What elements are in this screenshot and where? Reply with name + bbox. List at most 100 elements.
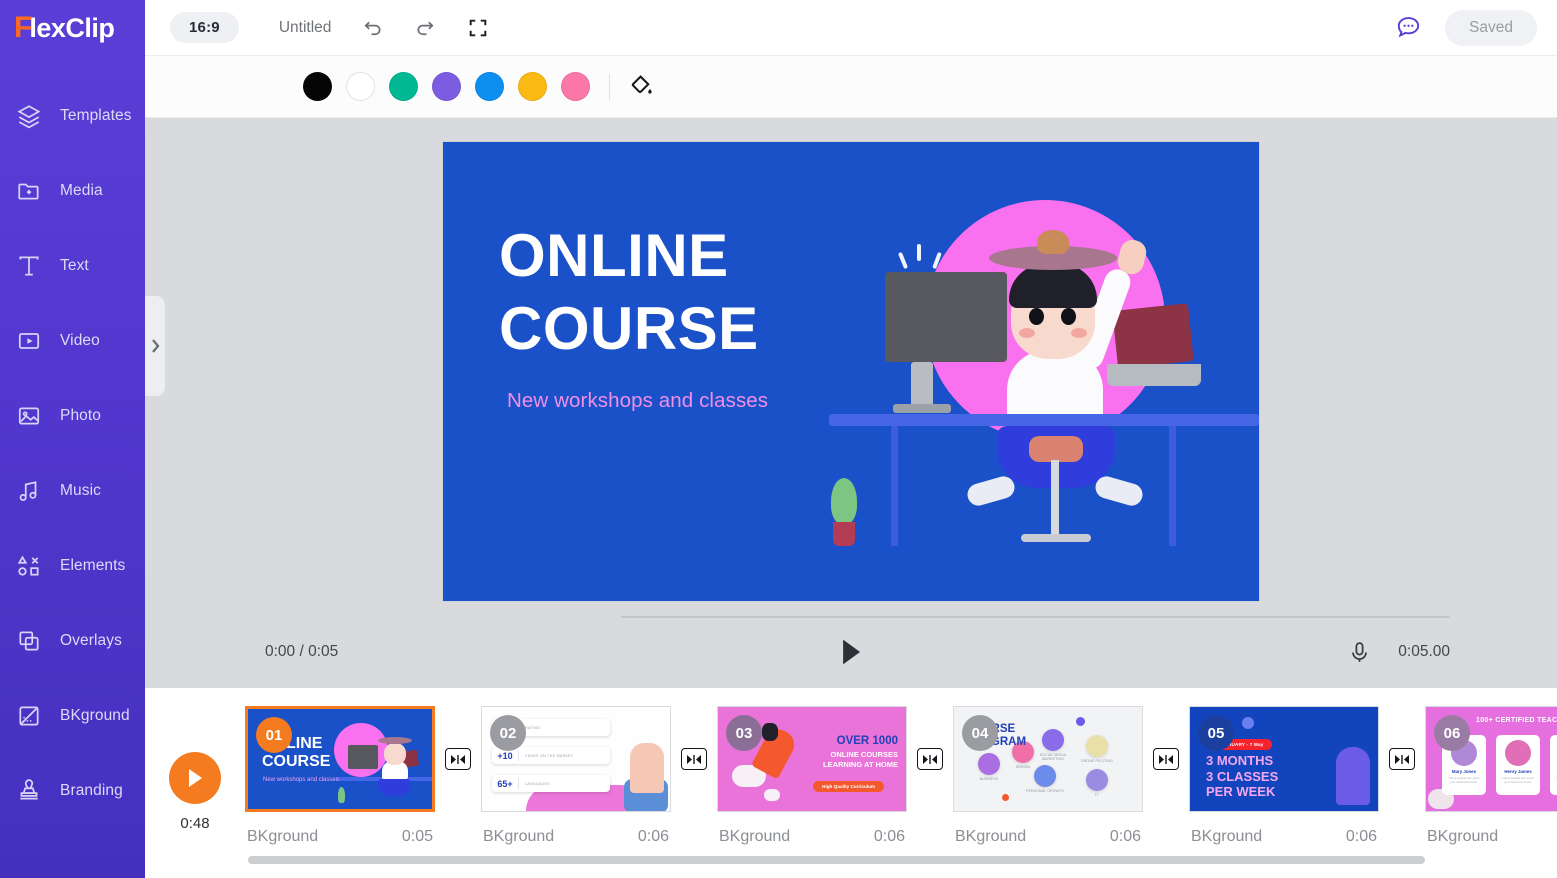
aspect-ratio-button[interactable]: 16:9 bbox=[170, 12, 239, 43]
slide-subtitle: New workshops and classes bbox=[507, 389, 769, 412]
color-swatch-teal[interactable] bbox=[389, 72, 418, 101]
transition-button[interactable] bbox=[1389, 748, 1415, 770]
timeline-play-button[interactable] bbox=[169, 752, 221, 804]
color-swatch-yellow[interactable] bbox=[518, 72, 547, 101]
teacher-name: Alice Brown bbox=[1550, 769, 1557, 774]
clip-thumbnail[interactable]: 100+ CERTIFIED TEACHERS Mary Jones This … bbox=[1425, 706, 1557, 812]
laptop-base bbox=[1107, 364, 1201, 386]
scene-subhead: ONLINE COURSES LEARNING AT HOME bbox=[823, 750, 898, 769]
color-swatch-black[interactable] bbox=[303, 72, 332, 101]
clip-transition[interactable] bbox=[435, 706, 481, 812]
clip-transition[interactable] bbox=[907, 706, 953, 812]
transition-button[interactable] bbox=[917, 748, 943, 770]
stat-row: 65+ LANGUAGES bbox=[492, 775, 610, 792]
chat-button[interactable] bbox=[1394, 13, 1423, 42]
scene-subtitle: New workshops and classes bbox=[263, 777, 339, 783]
undo-button[interactable] bbox=[361, 16, 384, 39]
program-node bbox=[1086, 769, 1108, 791]
timeline-clip[interactable]: 100+ CERTIFIED TEACHERS Mary Jones This … bbox=[1425, 706, 1557, 846]
sidebar-item-music[interactable]: Music bbox=[0, 453, 145, 528]
sidebar-item-templates[interactable]: Templates bbox=[0, 78, 145, 153]
timeline-clip[interactable]: OVER 1000 ONLINE COURSES LEARNING AT HOM… bbox=[717, 706, 907, 846]
transition-button[interactable] bbox=[445, 748, 471, 770]
program-node bbox=[1086, 735, 1108, 757]
program-node-label: IT bbox=[1095, 793, 1099, 797]
program-node-label: DRONE PILOTING bbox=[1081, 759, 1113, 763]
clip-thumbnail[interactable]: 4.9 RATING +10 YEARS ON THE MARKET 65+ bbox=[481, 706, 671, 812]
sidebar: F lexClip Templates Media Text Video Pho… bbox=[0, 0, 145, 878]
plant-pot bbox=[833, 522, 855, 546]
timeline-scrollbar[interactable] bbox=[145, 849, 1557, 871]
record-voiceover-button[interactable] bbox=[1347, 640, 1372, 665]
top-toolbar: 16:9 Untitled Saved bbox=[145, 0, 1557, 56]
character-shoe-right bbox=[1092, 473, 1146, 509]
clip-thumbnail[interactable]: 2 FEBRUARY - 7 May 3 MONTHS 3 CLASSES PE… bbox=[1189, 706, 1379, 812]
stage: ONLINE COURSE New workshops and classes bbox=[145, 118, 1557, 616]
sidebar-item-media[interactable]: Media bbox=[0, 153, 145, 228]
sidebar-item-elements[interactable]: Elements bbox=[0, 528, 145, 603]
sidebar-item-bkground[interactable]: BKground bbox=[0, 678, 145, 753]
clip-thumbnail[interactable]: OVER 1000 ONLINE COURSES LEARNING AT HOM… bbox=[717, 706, 907, 812]
teacher-body: This is sample text. Insert your desired… bbox=[1502, 776, 1534, 785]
color-swatch-pink[interactable] bbox=[561, 72, 590, 101]
sidebar-item-text[interactable]: Text bbox=[0, 228, 145, 303]
clip-meta: BKground 0:06 bbox=[1425, 812, 1557, 846]
transition-button[interactable] bbox=[681, 748, 707, 770]
clip-transition[interactable] bbox=[1379, 706, 1425, 812]
clip-duration-label: 0:05 bbox=[401, 828, 433, 845]
monitor-icon bbox=[885, 272, 1007, 362]
clip-meta: BKground 0:06 bbox=[481, 812, 671, 846]
main-area: 16:9 Untitled Saved ONLINE COURSE New wo… bbox=[145, 0, 1557, 878]
slide-illustration bbox=[829, 142, 1259, 601]
sidebar-item-photo[interactable]: Photo bbox=[0, 378, 145, 453]
scene-sub2: LEARNING AT HOME bbox=[823, 759, 898, 769]
sidebar-item-overlays[interactable]: Overlays bbox=[0, 603, 145, 678]
color-swatch-white[interactable] bbox=[346, 72, 375, 101]
app-logo[interactable]: F lexClip bbox=[0, 0, 145, 56]
teacher-body: This is sample text. Insert your desired… bbox=[1448, 776, 1480, 785]
sidebar-item-label: Elements bbox=[60, 556, 126, 574]
clip-number-badge: 05 bbox=[1198, 715, 1234, 751]
sidebar-item-label: Overlays bbox=[60, 631, 122, 649]
desk-leg-left bbox=[891, 426, 898, 546]
color-swatch-purple[interactable] bbox=[432, 72, 461, 101]
timeline-clip[interactable]: ONLINE COURSE New workshops and classes … bbox=[245, 706, 435, 846]
play-button[interactable] bbox=[838, 637, 865, 667]
timeline-total-duration: 0:48 bbox=[180, 815, 210, 832]
scene-person bbox=[1336, 747, 1370, 805]
timeline-clip[interactable]: 4.9 RATING +10 YEARS ON THE MARKET 65+ bbox=[481, 706, 671, 846]
scene-headline: 3 MONTHS 3 CLASSES PER WEEK bbox=[1206, 753, 1278, 800]
timeline-clip[interactable]: BUSINESS DESIGN SOCIAL MEDIA MARKETING D… bbox=[953, 706, 1143, 846]
redo-button[interactable] bbox=[414, 16, 437, 39]
background-icon bbox=[14, 701, 44, 731]
scene-person bbox=[762, 723, 778, 741]
clip-transition[interactable] bbox=[671, 706, 717, 812]
scrollbar-thumb[interactable] bbox=[248, 856, 1425, 864]
sidebar-item-label: Photo bbox=[60, 406, 102, 424]
video-preview-slide[interactable]: ONLINE COURSE New workshops and classes bbox=[443, 142, 1259, 601]
panel-expand-handle[interactable] bbox=[145, 296, 165, 396]
monitor-stand bbox=[911, 362, 933, 410]
transition-button[interactable] bbox=[1153, 748, 1179, 770]
character-shoe-left bbox=[964, 473, 1018, 509]
scrollbar-track[interactable] bbox=[145, 856, 1557, 864]
clip-thumbnail[interactable]: BUSINESS DESIGN SOCIAL MEDIA MARKETING D… bbox=[953, 706, 1143, 812]
transition-icon bbox=[687, 754, 701, 764]
scene-dot bbox=[1002, 794, 1009, 801]
clip-source-label: BKground bbox=[483, 828, 555, 845]
photo-icon bbox=[14, 401, 44, 431]
sidebar-item-branding[interactable]: Branding bbox=[0, 753, 145, 828]
sidebar-item-label: Branding bbox=[60, 781, 123, 799]
paint-bucket-button[interactable] bbox=[628, 73, 655, 100]
fullscreen-button[interactable] bbox=[467, 17, 489, 39]
clip-thumbnail[interactable]: ONLINE COURSE New workshops and classes … bbox=[245, 706, 435, 812]
current-time-label: 0:00 / 0:05 bbox=[265, 643, 339, 660]
sidebar-item-video[interactable]: Video bbox=[0, 303, 145, 378]
project-title-input[interactable]: Untitled bbox=[279, 19, 332, 37]
desk-surface bbox=[829, 414, 1259, 426]
color-swatch-blue[interactable] bbox=[475, 72, 504, 101]
slide-title-line1: ONLINE bbox=[499, 222, 729, 289]
clip-transition[interactable] bbox=[1143, 706, 1189, 812]
timeline-clip[interactable]: 2 FEBRUARY - 7 May 3 MONTHS 3 CLASSES PE… bbox=[1189, 706, 1379, 846]
saved-button[interactable]: Saved bbox=[1445, 9, 1537, 46]
